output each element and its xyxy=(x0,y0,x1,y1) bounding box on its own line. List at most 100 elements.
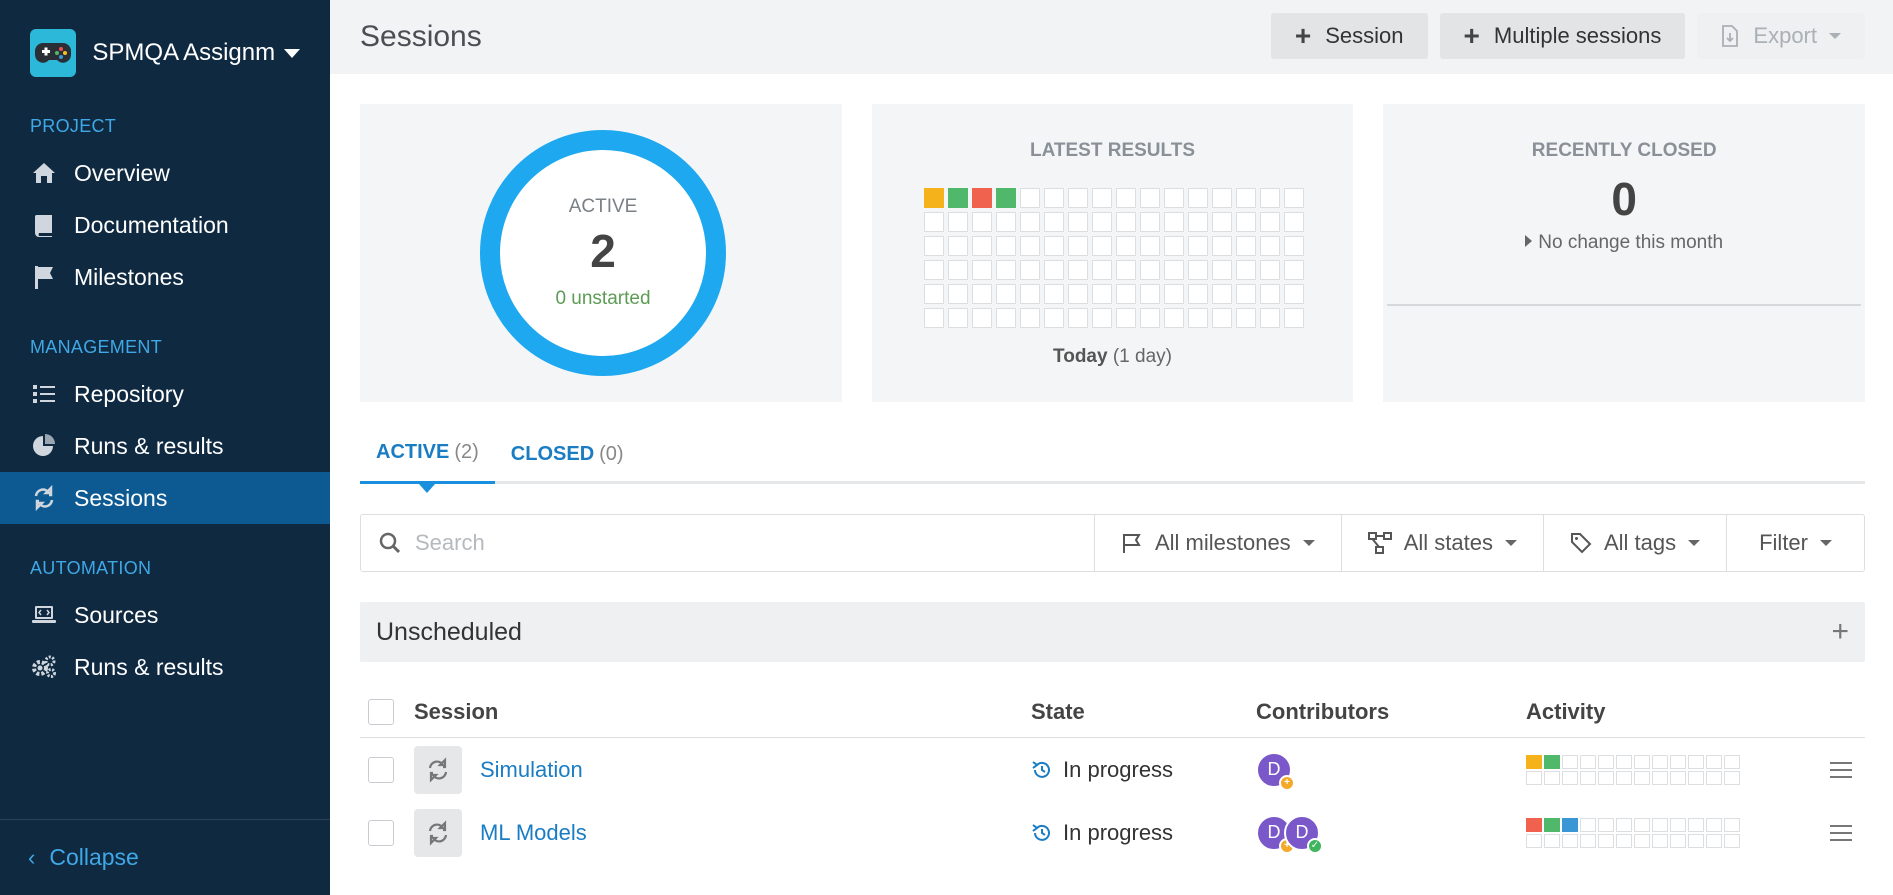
result-cell[interactable] xyxy=(1211,212,1232,232)
hamburger-menu-icon[interactable] xyxy=(1830,820,1852,846)
result-cell[interactable] xyxy=(1187,260,1208,280)
sidebar-item-automation-runs-results[interactable]: Runs & results xyxy=(0,641,330,693)
result-cell[interactable] xyxy=(1259,188,1280,208)
sidebar-item-runs-results[interactable]: Runs & results xyxy=(0,420,330,472)
result-cell[interactable] xyxy=(971,260,992,280)
row-checkbox[interactable] xyxy=(368,819,394,846)
result-cell[interactable] xyxy=(1043,260,1064,280)
result-cell[interactable] xyxy=(1043,308,1064,328)
result-cell[interactable] xyxy=(1091,260,1112,280)
sidebar-item-sessions[interactable]: Sessions xyxy=(0,472,330,524)
result-cell[interactable] xyxy=(1163,236,1184,256)
result-cell[interactable] xyxy=(995,284,1016,304)
result-cell[interactable] xyxy=(1235,260,1256,280)
result-cell[interactable] xyxy=(1163,284,1184,304)
result-cell[interactable] xyxy=(1019,284,1040,304)
result-cell[interactable] xyxy=(1115,308,1136,328)
result-cell[interactable] xyxy=(971,308,992,328)
tab-active[interactable]: ACTIVE (2) xyxy=(360,424,495,493)
result-cell[interactable] xyxy=(1067,260,1088,280)
result-cell[interactable] xyxy=(923,260,944,280)
result-cell[interactable] xyxy=(995,308,1016,328)
result-cell[interactable] xyxy=(1211,308,1232,328)
collapse-button[interactable]: ‹ Collapse xyxy=(0,819,330,895)
result-cell[interactable] xyxy=(947,284,968,304)
result-cell[interactable] xyxy=(995,260,1016,280)
export-button[interactable]: Export xyxy=(1697,13,1865,59)
add-multiple-sessions-button[interactable]: + Multiple sessions xyxy=(1439,13,1686,59)
filter-button[interactable]: Filter xyxy=(1727,515,1864,571)
result-cell[interactable] xyxy=(1043,212,1064,232)
result-cell[interactable] xyxy=(1187,284,1208,304)
result-cell[interactable] xyxy=(923,212,944,232)
result-cell[interactable] xyxy=(1259,308,1280,328)
result-cell[interactable] xyxy=(1259,212,1280,232)
result-cell[interactable] xyxy=(1235,284,1256,304)
session-name-link[interactable]: ML Models xyxy=(480,820,587,846)
project-switcher[interactable]: SPMQA Assignm... xyxy=(0,0,330,106)
select-all-checkbox[interactable] xyxy=(368,698,394,725)
result-cell[interactable] xyxy=(947,308,968,328)
result-cell[interactable] xyxy=(1187,188,1208,208)
result-cell[interactable] xyxy=(1187,236,1208,256)
result-cell[interactable] xyxy=(1043,284,1064,304)
result-cell[interactable] xyxy=(1235,212,1256,232)
result-cell[interactable] xyxy=(1067,284,1088,304)
result-cell[interactable] xyxy=(1139,212,1160,232)
result-cell[interactable] xyxy=(1067,308,1088,328)
contributor-avatar[interactable]: D + xyxy=(1256,751,1295,791)
result-cell[interactable] xyxy=(923,188,944,208)
result-cell[interactable] xyxy=(1259,284,1280,304)
result-cell[interactable] xyxy=(1283,284,1304,304)
header-state[interactable]: State xyxy=(1031,699,1256,725)
result-cell[interactable] xyxy=(995,188,1016,208)
result-cell[interactable] xyxy=(1211,188,1232,208)
result-cell[interactable] xyxy=(1019,260,1040,280)
result-cell[interactable] xyxy=(947,212,968,232)
result-cell[interactable] xyxy=(1067,212,1088,232)
result-cell[interactable] xyxy=(1163,308,1184,328)
result-cell[interactable] xyxy=(1019,188,1040,208)
result-cell[interactable] xyxy=(1139,188,1160,208)
header-session[interactable]: Session xyxy=(414,699,1031,725)
result-cell[interactable] xyxy=(1211,236,1232,256)
result-cell[interactable] xyxy=(1067,188,1088,208)
result-cell[interactable] xyxy=(1115,236,1136,256)
result-cell[interactable] xyxy=(1115,188,1136,208)
result-cell[interactable] xyxy=(947,236,968,256)
sidebar-item-documentation[interactable]: Documentation xyxy=(0,199,330,251)
result-cell[interactable] xyxy=(923,236,944,256)
result-cell[interactable] xyxy=(1091,212,1112,232)
result-cell[interactable] xyxy=(971,236,992,256)
hamburger-menu-icon[interactable] xyxy=(1830,757,1852,783)
add-to-group-button[interactable]: + xyxy=(1831,615,1849,649)
result-cell[interactable] xyxy=(923,308,944,328)
result-cell[interactable] xyxy=(1019,236,1040,256)
result-cell[interactable] xyxy=(1139,308,1160,328)
result-cell[interactable] xyxy=(1235,188,1256,208)
result-cell[interactable] xyxy=(1115,284,1136,304)
result-cell[interactable] xyxy=(1283,260,1304,280)
milestones-filter[interactable]: All milestones xyxy=(1095,515,1342,571)
result-cell[interactable] xyxy=(1163,212,1184,232)
sidebar-item-overview[interactable]: Overview xyxy=(0,147,330,199)
row-checkbox[interactable] xyxy=(368,756,394,783)
result-cell[interactable] xyxy=(1163,260,1184,280)
result-cell[interactable] xyxy=(995,236,1016,256)
result-cell[interactable] xyxy=(1019,212,1040,232)
result-cell[interactable] xyxy=(1235,308,1256,328)
sidebar-item-milestones[interactable]: Milestones xyxy=(0,251,330,303)
sidebar-item-repository[interactable]: Repository xyxy=(0,368,330,420)
result-cell[interactable] xyxy=(1091,284,1112,304)
result-cell[interactable] xyxy=(1259,260,1280,280)
tags-filter[interactable]: All tags xyxy=(1544,515,1728,571)
result-cell[interactable] xyxy=(1211,260,1232,280)
result-cell[interactable] xyxy=(1283,236,1304,256)
result-cell[interactable] xyxy=(1187,308,1208,328)
search-input[interactable] xyxy=(415,530,815,556)
result-cell[interactable] xyxy=(1115,260,1136,280)
result-cell[interactable] xyxy=(947,188,968,208)
result-cell[interactable] xyxy=(1283,188,1304,208)
result-cell[interactable] xyxy=(1067,236,1088,256)
add-session-button[interactable]: + Session xyxy=(1270,13,1428,59)
